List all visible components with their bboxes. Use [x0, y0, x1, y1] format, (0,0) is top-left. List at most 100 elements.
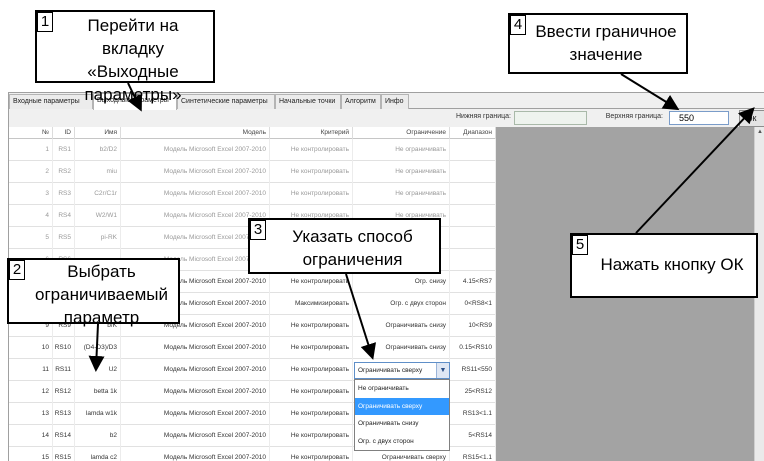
cell-name: U2 [75, 359, 121, 381]
cell-range: 0<RS8<1 [450, 293, 496, 315]
cell-range: 4.15<RS7 [450, 271, 496, 293]
step-number: 4 [510, 15, 526, 35]
cell-criterion[interactable]: Не контролировать [270, 337, 353, 359]
cell-id: RS10 [53, 337, 75, 359]
cell-range [450, 161, 496, 183]
tab-start-points[interactable]: Начальные точки [275, 94, 341, 109]
callout-text: Нажать кнопку ОК [600, 255, 744, 274]
cell-range: 25<RS12 [450, 381, 496, 403]
cell-name: b2/D2 [75, 139, 121, 161]
chevron-down-icon[interactable]: ▼ [436, 363, 449, 378]
dropdown-option[interactable]: Не ограничивать [355, 380, 449, 398]
cell-constraint[interactable]: Ограничивать снизу [353, 337, 450, 359]
cell-criterion[interactable]: Не контролировать [270, 315, 353, 337]
lower-bound-input[interactable] [514, 111, 587, 125]
cell-criterion[interactable]: Не контролировать [270, 381, 353, 403]
dropdown-option-selected[interactable]: Ограничивать сверху [355, 397, 449, 415]
cell-criterion[interactable]: Не контролировать [270, 403, 353, 425]
cell-name: lamda c2 [75, 447, 121, 461]
col-header-criterion: Критерий [270, 127, 353, 139]
cell-num: 2 [9, 161, 53, 183]
cell-num: 11 [9, 359, 53, 381]
tab-synthetic-params[interactable]: Синтетические параметры [177, 94, 275, 109]
callout-step-3: 3 Указать способ ограничения [248, 218, 441, 274]
cell-model: Модель Microsoft Excel 2007-2010 [121, 447, 270, 461]
dropdown-option[interactable]: Огр. с двух сторон [355, 433, 449, 451]
cell-num: 10 [9, 337, 53, 359]
table-row[interactable]: 10 RS10 (D4-D3)/D3 Модель Microsoft Excel 2… [9, 337, 496, 359]
callout-text: Ввести граничное значение [535, 22, 677, 64]
tab-info[interactable]: Инфо [381, 94, 409, 109]
cell-id: RS3 [53, 183, 75, 205]
cell-range: 5<RS14 [450, 425, 496, 447]
cell-criterion[interactable]: Не контролировать [270, 271, 353, 293]
table-row[interactable]: 1 RS1 b2/D2 Модель Microsoft Excel 2007-201… [9, 139, 496, 161]
cell-criterion[interactable]: Не контролировать [270, 161, 353, 183]
scroll-up-icon: ▲ [757, 129, 763, 135]
constraint-dropdown[interactable]: Ограничивать сверху ▼ [354, 362, 450, 379]
cell-range [450, 139, 496, 161]
bounds-toolbar: Нижняя граница: Верхняя граница: 550 ок [9, 110, 764, 127]
cell-range: RS11<550 [450, 359, 496, 381]
cell-constraint[interactable]: Огр. снизу [353, 271, 450, 293]
cell-range [450, 227, 496, 249]
cell-name: (D4-D3)/D3 [75, 337, 121, 359]
cell-model: Модель Microsoft Excel 2007-2010 [121, 337, 270, 359]
cell-criterion[interactable]: Не контролировать [270, 183, 353, 205]
col-header-id: ID [53, 127, 75, 139]
tab-input-params[interactable]: Входные параметры [9, 94, 93, 109]
cell-constraint[interactable]: Не ограничивать [353, 183, 450, 205]
step-number: 2 [9, 260, 25, 280]
cell-model: Модель Microsoft Excel 2007-2010 [121, 183, 270, 205]
tab-algorithm[interactable]: Алгоритм [341, 94, 381, 109]
cell-criterion[interactable]: Максимизировать [270, 293, 353, 315]
cell-num: 13 [9, 403, 53, 425]
table-row[interactable]: 2 RS2 miu Модель Microsoft Excel 2007-2010 Н… [9, 161, 496, 183]
dropdown-option[interactable]: Ограничивать снизу [355, 415, 449, 433]
col-header-name: Имя [75, 127, 121, 139]
cell-range: 10<RS9 [450, 315, 496, 337]
cell-name: lamda w1k [75, 403, 121, 425]
cell-num: 1 [9, 139, 53, 161]
upper-bound-input[interactable]: 550 [669, 111, 729, 125]
cell-constraint[interactable]: Огр. с двух сторон [353, 293, 450, 315]
cell-criterion[interactable]: Не контролировать [270, 359, 353, 381]
cell-num: 3 [9, 183, 53, 205]
ok-button[interactable]: ок [739, 110, 764, 127]
cell-num: 15 [9, 447, 53, 461]
cell-constraint[interactable]: Не ограничивать [353, 161, 450, 183]
cell-name: W2/W1 [75, 205, 121, 227]
cell-id: RS5 [53, 227, 75, 249]
col-header-model: Модель [121, 127, 270, 139]
cell-criterion[interactable]: Не контролировать [270, 139, 353, 161]
cell-criterion[interactable]: Не контролировать [270, 425, 353, 447]
col-header-range: Диапазон [450, 127, 496, 139]
step-number: 3 [250, 220, 266, 240]
cell-range: RS15<1.1 [450, 447, 496, 461]
callout-text: Указать способ ограничения [292, 227, 413, 269]
cell-id: RS13 [53, 403, 75, 425]
cell-id: RS1 [53, 139, 75, 161]
cell-id: RS14 [53, 425, 75, 447]
cell-num: 12 [9, 381, 53, 403]
cell-constraint[interactable]: Не ограничивать [353, 139, 450, 161]
cell-name: pi-RK [75, 227, 121, 249]
cell-range [450, 249, 496, 271]
cell-id: RS12 [53, 381, 75, 403]
cell-model: Модель Microsoft Excel 2007-2010 [121, 425, 270, 447]
cell-constraint[interactable]: Ограничивать снизу [353, 315, 450, 337]
col-header-constraint: Ограничение [353, 127, 450, 139]
cell-id: RS2 [53, 161, 75, 183]
cell-criterion[interactable]: Не контролировать [270, 447, 353, 461]
ok-button-label: ок [747, 113, 757, 123]
step-number: 5 [572, 235, 588, 255]
upper-bound-label: Верхняя граница: [605, 113, 663, 120]
table-row[interactable]: 3 RS3 C2r/C1r Модель Microsoft Excel 2007-2… [9, 183, 496, 205]
cell-id: RS4 [53, 205, 75, 227]
callout-text: Перейти на вкладку «Выходные параметры» [84, 16, 182, 104]
cell-id: RS15 [53, 447, 75, 461]
table-header: № ID Имя Модель Критерий Ограничение Диа… [9, 127, 496, 139]
cell-model: Модель Microsoft Excel 2007-2010 [121, 381, 270, 403]
callout-step-2: 2 Выбрать ограничиваемый параметр [7, 258, 180, 327]
cell-name: C2r/C1r [75, 183, 121, 205]
